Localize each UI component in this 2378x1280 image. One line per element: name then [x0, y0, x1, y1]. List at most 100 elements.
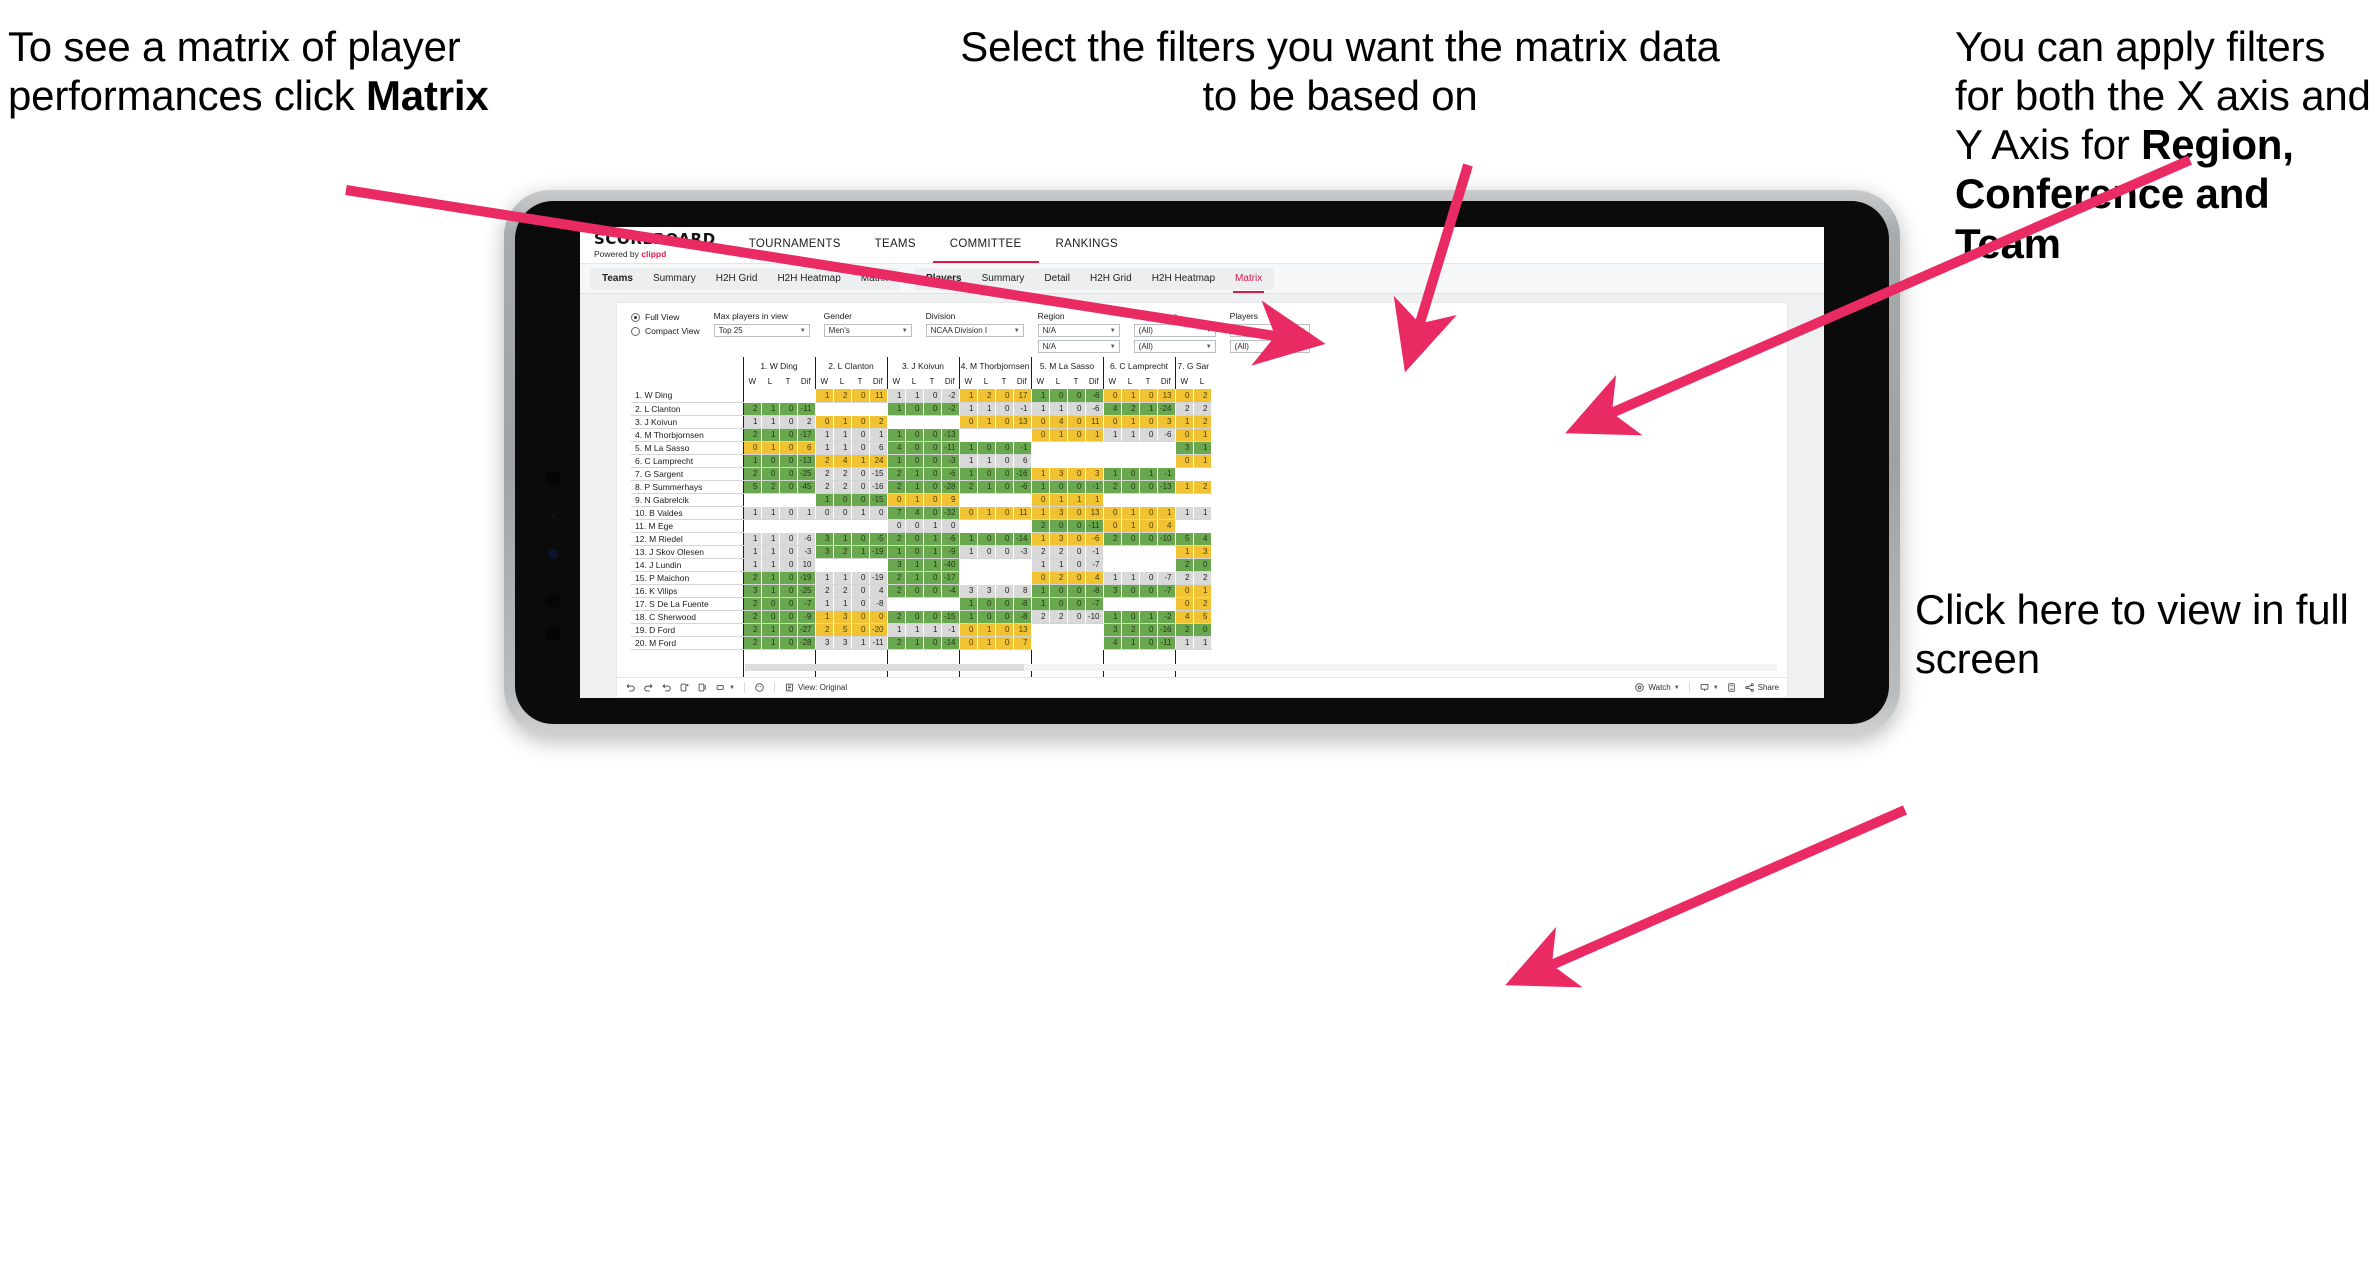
matrix-cell[interactable]: 1: [833, 441, 852, 455]
matrix-row[interactable]: 8. P Summerhays 5 2 0 -45 2 2 0 -16 2 1 0 -28 2 1 0 -6 1 0…: [631, 480, 1212, 494]
matrix-cell[interactable]: [1157, 545, 1176, 559]
radio-full-view[interactable]: Full View: [631, 312, 700, 322]
chevron-down-icon[interactable]: ▼: [1713, 685, 1719, 691]
matrix-cell[interactable]: [742, 493, 762, 507]
matrix-cell[interactable]: 2: [1174, 623, 1194, 637]
matrix-cell[interactable]: 0: [779, 623, 798, 637]
matrix-cell[interactable]: [995, 493, 1014, 507]
redo-icon[interactable]: [643, 682, 654, 693]
subnav-players-h2h-grid[interactable]: H2H Grid: [1080, 268, 1142, 290]
matrix-cell[interactable]: 0: [1193, 558, 1212, 572]
matrix-cell[interactable]: 0: [1030, 493, 1050, 507]
matrix-cell[interactable]: [1121, 441, 1140, 455]
matrix-cell[interactable]: [814, 519, 834, 533]
matrix-cell[interactable]: 0: [923, 584, 942, 598]
matrix-cell[interactable]: 2: [886, 636, 906, 650]
matrix-cell[interactable]: 2: [1193, 402, 1212, 416]
matrix-cell[interactable]: 0: [1067, 571, 1086, 585]
matrix-cell[interactable]: 6: [1013, 454, 1032, 468]
matrix-cell[interactable]: 3: [886, 558, 906, 572]
subnav-teams-label[interactable]: Teams: [592, 268, 643, 290]
matrix-cell[interactable]: 0: [1174, 584, 1194, 598]
matrix-cell[interactable]: -6: [1085, 402, 1104, 416]
matrix-cell[interactable]: -7: [1085, 597, 1104, 611]
matrix-cell[interactable]: 0: [779, 415, 798, 429]
matrix-cell[interactable]: 0: [905, 428, 924, 442]
matrix-cell[interactable]: 0: [1174, 428, 1194, 442]
matrix-cell[interactable]: 3: [814, 545, 834, 559]
device-group[interactable]: ▼: [1699, 682, 1719, 693]
matrix-cell[interactable]: 1: [1193, 454, 1212, 468]
matrix-cell[interactable]: 1: [1121, 506, 1140, 520]
matrix-cell[interactable]: -13: [1157, 480, 1176, 494]
matrix-cell[interactable]: [923, 415, 942, 429]
matrix-cell[interactable]: [1030, 441, 1050, 455]
matrix-cell[interactable]: 1: [761, 402, 780, 416]
matrix-cell[interactable]: 1: [905, 571, 924, 585]
matrix-cell[interactable]: 2: [886, 480, 906, 494]
matrix-cell[interactable]: 3: [1102, 584, 1122, 598]
matrix-cell[interactable]: 1: [1085, 493, 1104, 507]
matrix-cell[interactable]: 0: [923, 454, 942, 468]
matrix-cell[interactable]: [833, 402, 852, 416]
matrix-cell[interactable]: 2: [1174, 402, 1194, 416]
matrix-cell[interactable]: 1: [886, 389, 906, 403]
matrix-cell[interactable]: 1: [761, 584, 780, 598]
matrix-row[interactable]: 3. J Koivun 1 1 0 2 0 1 0 2 0 1 0 13 0 4 0 11 0 1 0 3 1 2: [631, 415, 1212, 429]
matrix-cell[interactable]: 0: [1193, 623, 1212, 637]
matrix-cell[interactable]: 2: [742, 571, 762, 585]
matrix-cell[interactable]: 1: [742, 532, 762, 546]
matrix-cell[interactable]: 0: [995, 389, 1014, 403]
matrix-cell[interactable]: 1: [905, 480, 924, 494]
matrix-cell[interactable]: 2: [1030, 519, 1050, 533]
matrix-cell[interactable]: 2: [833, 467, 852, 481]
matrix-cell[interactable]: 0: [941, 519, 960, 533]
matrix-cell[interactable]: 1: [958, 610, 978, 624]
matrix-cell[interactable]: 2: [742, 636, 762, 650]
matrix-cell[interactable]: 11: [869, 389, 888, 403]
matrix-cell[interactable]: [1174, 467, 1194, 481]
matrix-cell[interactable]: [1157, 597, 1176, 611]
brand-logo[interactable]: SCOREBOARD Powered by clippd: [580, 227, 732, 263]
matrix-cell[interactable]: 2: [886, 571, 906, 585]
matrix-cell[interactable]: [886, 415, 906, 429]
matrix-cell[interactable]: 2: [1193, 571, 1212, 585]
matrix-cell[interactable]: [958, 558, 978, 572]
matrix-cell[interactable]: 1: [742, 454, 762, 468]
matrix-cell[interactable]: [977, 558, 996, 572]
matrix-cell[interactable]: 0: [1067, 402, 1086, 416]
matrix-cell[interactable]: [977, 428, 996, 442]
matrix-cell[interactable]: 3: [977, 584, 996, 598]
matrix-cell[interactable]: -45: [797, 480, 816, 494]
matrix-cell[interactable]: 0: [923, 467, 942, 481]
matrix-cell[interactable]: 0: [923, 610, 942, 624]
matrix-cell[interactable]: 1: [761, 506, 780, 520]
matrix-cell[interactable]: -1: [1085, 480, 1104, 494]
matrix-cell[interactable]: [995, 571, 1014, 585]
matrix-cell[interactable]: 0: [1049, 519, 1068, 533]
matrix-cell[interactable]: 5: [1193, 610, 1212, 624]
matrix-cell[interactable]: 0: [923, 441, 942, 455]
matrix-cell[interactable]: 1: [1030, 402, 1050, 416]
matrix-cell[interactable]: [958, 493, 978, 507]
matrix-cell[interactable]: -16: [1013, 467, 1032, 481]
filter-region-x-select[interactable]: N/A ▼: [1037, 324, 1120, 337]
download-icon[interactable]: [715, 682, 726, 693]
matrix-cell[interactable]: -1: [1085, 545, 1104, 559]
matrix-cell[interactable]: 1: [886, 545, 906, 559]
matrix-cell[interactable]: 1: [833, 532, 852, 546]
matrix-cell[interactable]: [1049, 454, 1068, 468]
matrix-cell[interactable]: 1: [833, 571, 852, 585]
matrix-cell[interactable]: 3: [958, 584, 978, 598]
matrix-cell[interactable]: -11: [797, 402, 816, 416]
matrix-cell[interactable]: 2: [742, 467, 762, 481]
matrix-cell[interactable]: 0: [1102, 519, 1122, 533]
matrix-cell[interactable]: 1: [1102, 467, 1122, 481]
matrix-cell[interactable]: 1: [1049, 558, 1068, 572]
revert-icon[interactable]: [661, 682, 672, 693]
matrix-cell[interactable]: [797, 389, 816, 403]
matrix-cell[interactable]: [761, 519, 780, 533]
matrix-cell[interactable]: 1: [742, 558, 762, 572]
matrix-cell[interactable]: 0: [1139, 506, 1158, 520]
matrix-row[interactable]: 16. K Vilips 3 1 0 -25 2 2 0 4 2 0 0 -4 3 3 0 8 1 0 0 -8 3 0 0-…: [631, 584, 1212, 598]
